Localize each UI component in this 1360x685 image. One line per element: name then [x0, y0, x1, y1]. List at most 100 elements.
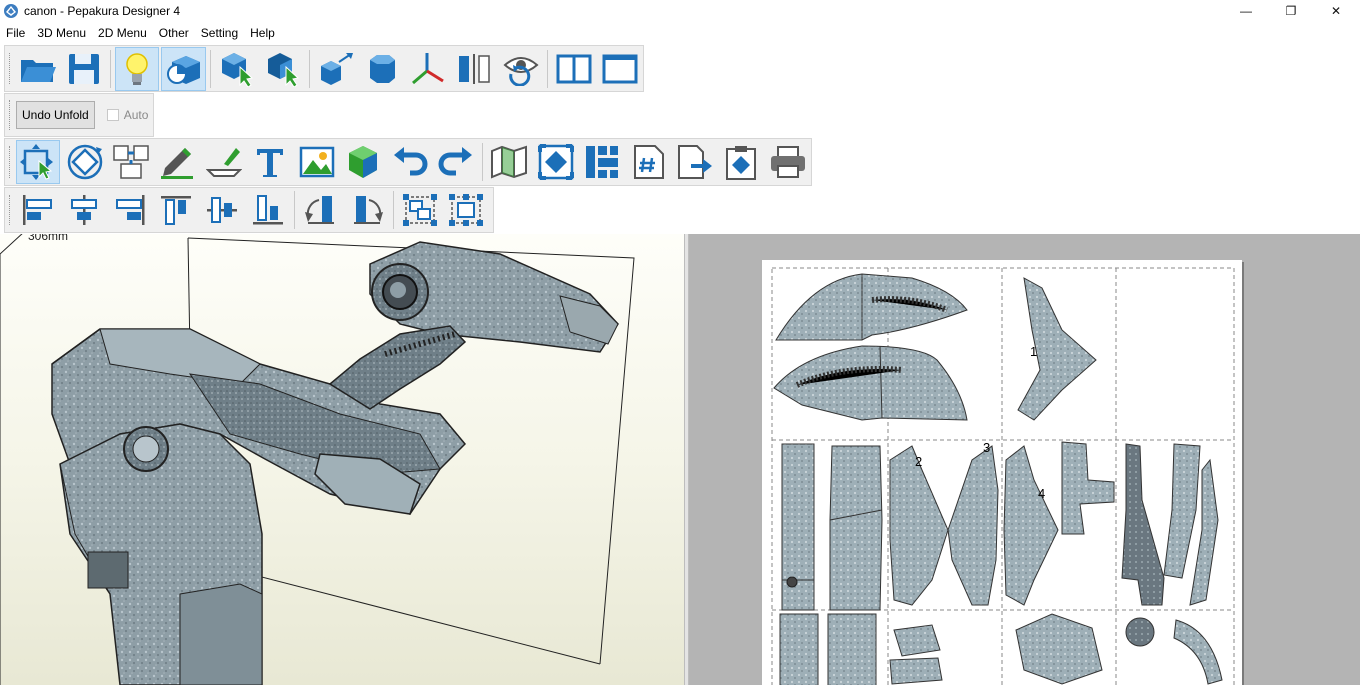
undo-button[interactable] [387, 140, 431, 184]
rotate-view-button[interactable] [499, 47, 543, 91]
hexagon-prism-button[interactable] [360, 47, 404, 91]
menu-2d[interactable]: 2D Menu [92, 23, 153, 42]
rotate-part-button[interactable] [62, 140, 106, 184]
mirror-bars-icon [459, 53, 491, 84]
rotate-right-button[interactable] [345, 190, 389, 230]
minimize-button[interactable]: — [1223, 0, 1269, 22]
checkbox-box[interactable] [106, 109, 119, 121]
page-number-button[interactable] [626, 140, 670, 184]
move-part-button[interactable] [314, 47, 358, 91]
image-tool-button[interactable] [294, 140, 338, 184]
menu-help[interactable]: Help [244, 23, 281, 42]
align-bottom-icon [253, 195, 283, 225]
align-top-button[interactable] [154, 190, 198, 230]
toolbar-separator [209, 49, 211, 88]
toolbar-separator [482, 143, 484, 181]
map-fold-icon [491, 145, 528, 179]
page-export-icon [678, 145, 712, 179]
redo-button[interactable] [434, 140, 478, 184]
text-tool-button[interactable] [248, 140, 292, 184]
align-left-button[interactable] [16, 190, 60, 230]
undo-arrow-icon [393, 147, 427, 176]
hex-prism-icon [370, 54, 396, 83]
toolbar-separator [110, 49, 112, 88]
pen-flap-icon [205, 148, 242, 177]
text-t-icon [257, 149, 284, 177]
eye-rotate-icon [503, 56, 539, 86]
print-button[interactable] [766, 140, 810, 184]
redo-arrow-icon [438, 147, 472, 176]
part-shape [889, 445, 949, 606]
3d-model-render [0, 234, 635, 685]
axis-button[interactable] [406, 47, 450, 91]
auto-checkbox[interactable]: Auto [106, 108, 148, 122]
part-shape [889, 624, 943, 685]
split-window-icon [556, 54, 592, 83]
restore-icon: ❐ [1285, 4, 1297, 18]
cube-move-arrow-icon [320, 52, 353, 85]
align-right-icon [116, 195, 145, 225]
save-button[interactable] [62, 47, 106, 91]
3d-viewport[interactable]: 306mm [0, 234, 684, 685]
maximize-button[interactable]: ❐ [1268, 0, 1314, 22]
2d-viewport[interactable]: 1 2 3 4 [689, 234, 1360, 685]
ungroup-button[interactable] [444, 190, 488, 230]
toolbar-grip[interactable] [9, 145, 12, 179]
toolbar-grip[interactable] [9, 100, 12, 130]
toolbar-unfold: Undo Unfold Auto [4, 93, 154, 137]
select-face-button[interactable] [215, 47, 259, 91]
toolbar-align [4, 187, 494, 233]
rotate-right-icon [354, 196, 383, 224]
align-bottom-button[interactable] [246, 190, 290, 230]
join-edges-button[interactable] [109, 140, 153, 184]
menu-3d[interactable]: 3D Menu [31, 23, 92, 42]
light-toggle-button[interactable] [115, 46, 160, 91]
rotate-diamond-icon [67, 144, 102, 180]
part-shape [781, 443, 815, 611]
toolbar-separator [308, 49, 310, 88]
part-shape [1121, 443, 1165, 606]
part-shape [947, 445, 999, 606]
group-button[interactable] [398, 190, 442, 230]
align-center-h-button[interactable] [62, 190, 106, 230]
toolbar-separator [393, 191, 394, 229]
select-part-button[interactable] [261, 47, 305, 91]
draw-line-button[interactable] [155, 140, 199, 184]
part-shape [829, 445, 883, 611]
part-shape [827, 613, 877, 685]
page-hash-icon [633, 145, 664, 179]
undo-unfold-button[interactable]: Undo Unfold [16, 101, 95, 129]
print-preview-button[interactable] [719, 140, 763, 184]
toolbar-grip[interactable] [9, 52, 12, 85]
export-button[interactable] [673, 140, 717, 184]
print-page: 1 2 3 4 [762, 260, 1242, 685]
toolbar-grip[interactable] [9, 194, 12, 226]
auto-layout-button[interactable] [580, 140, 624, 184]
fit-page-button[interactable] [534, 140, 578, 184]
flip-button[interactable] [452, 47, 496, 91]
part-number-label: 2 [915, 454, 923, 469]
menu-other[interactable]: Other [153, 23, 195, 42]
unfolded-parts-layout [771, 267, 1235, 685]
texture-toggle-button[interactable] [161, 46, 206, 91]
pepakura-window: canon - Pepakura Designer 4 — ❐ ✕ File 3… [0, 0, 1360, 685]
close-button[interactable]: ✕ [1313, 0, 1359, 22]
clipboard-icon [726, 146, 757, 180]
group-frame-icon [403, 194, 437, 226]
menu-setting[interactable]: Setting [195, 23, 244, 42]
edit-flap-button[interactable] [202, 140, 246, 184]
single-view-button[interactable] [598, 47, 642, 91]
align-right-button[interactable] [108, 190, 152, 230]
select-move-tool-button[interactable] [15, 140, 61, 184]
open-button[interactable] [16, 47, 60, 91]
3d-object-button[interactable] [341, 140, 385, 184]
title-bar: canon - Pepakura Designer 4 — ❐ ✕ [0, 0, 1360, 23]
split-view-button[interactable] [552, 47, 596, 91]
cube-select-icon [221, 52, 253, 87]
unfold-map-button[interactable] [487, 140, 531, 184]
align-center-v-button[interactable] [200, 190, 244, 230]
single-window-icon [602, 54, 638, 83]
toolbar-separator [294, 191, 295, 229]
menu-file[interactable]: File [0, 23, 31, 42]
rotate-left-button[interactable] [299, 190, 343, 230]
